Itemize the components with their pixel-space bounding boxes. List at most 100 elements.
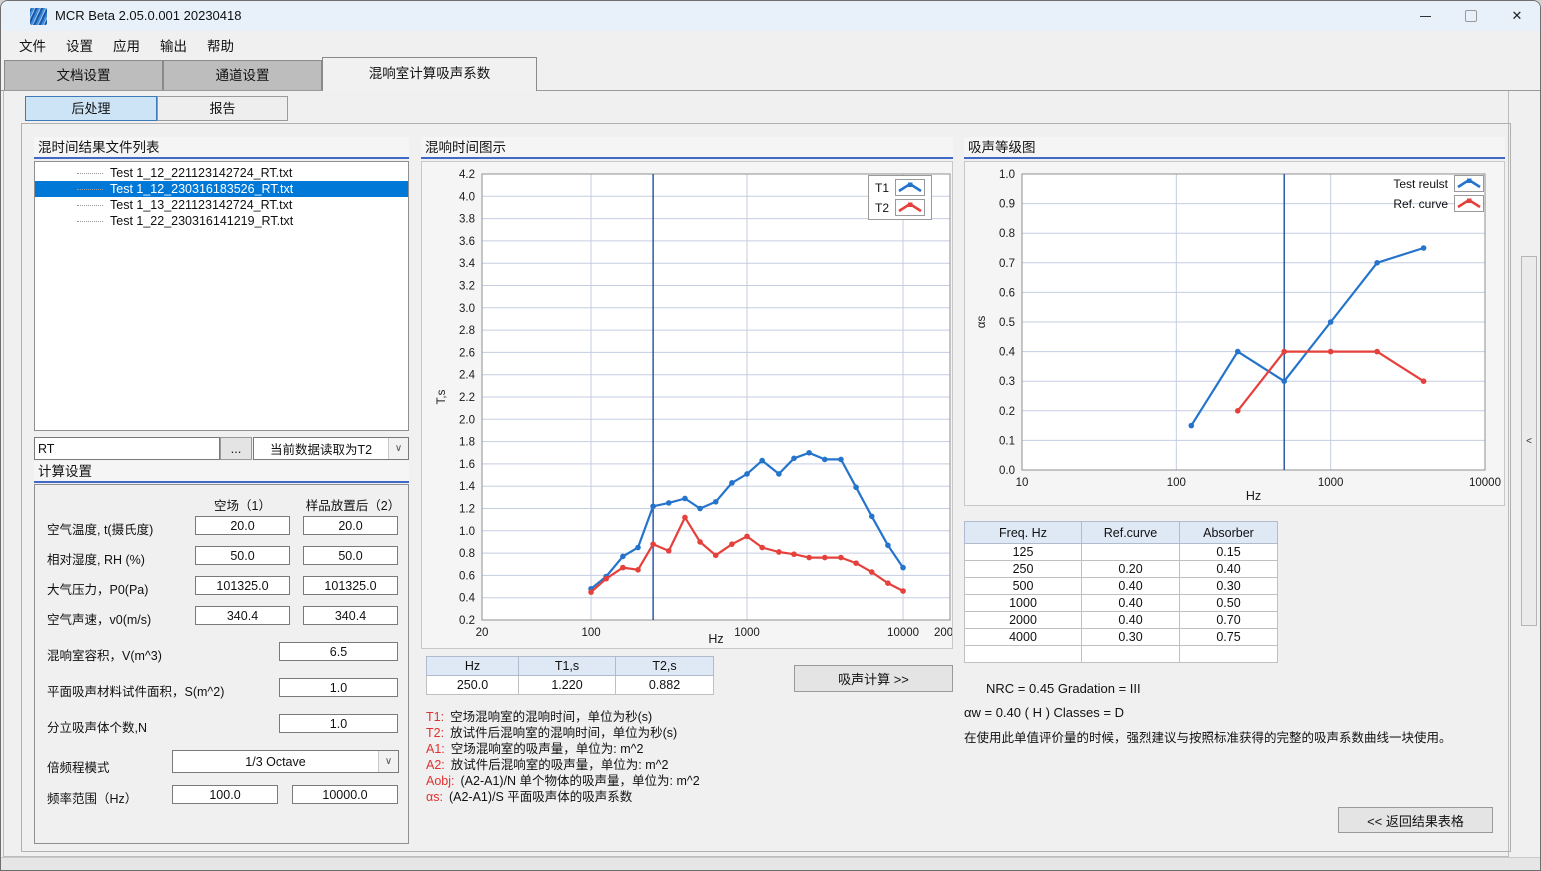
svg-text:0.2: 0.2 (459, 615, 475, 627)
browse-button[interactable]: ... (220, 437, 252, 460)
minimize-icon (1420, 16, 1431, 17)
data-read-dropdown[interactable]: 当前数据读取为T2 ∨ (253, 437, 409, 460)
menu-apply[interactable]: 应用 (103, 32, 150, 58)
absorption-grade-chart[interactable]: 0.00.10.20.30.40.50.60.70.80.91.01010010… (964, 161, 1505, 506)
menu-output[interactable]: 输出 (150, 32, 197, 58)
air-temp-input-1[interactable] (195, 516, 290, 535)
svg-text:1000: 1000 (734, 627, 760, 639)
svg-text:T,s: T,s (436, 389, 448, 404)
subtab-postprocess[interactable]: 后处理 (25, 96, 157, 121)
table-row[interactable]: 10000.400.50 (965, 595, 1278, 612)
octave-mode-dropdown[interactable]: 1/3 Octave ∨ (172, 750, 399, 773)
calc-settings-header: 计算设置 (34, 461, 409, 483)
table-row[interactable]: 5000.400.30 (965, 578, 1278, 595)
legend-entry: T1 (875, 179, 925, 196)
svg-text:0.8: 0.8 (459, 548, 475, 560)
sound-speed-input-2[interactable] (303, 606, 398, 625)
humidity-input-2[interactable] (303, 546, 398, 565)
rt-name-input[interactable] (34, 437, 220, 460)
tab-underline (1, 90, 1540, 91)
octave-mode-label: 倍频程模式 (47, 757, 110, 776)
file-list-item[interactable]: Test 1_13_221123142724_RT.txt (35, 197, 408, 213)
pressure-input-1[interactable] (195, 576, 290, 595)
menu-file[interactable]: 文件 (9, 32, 56, 58)
file-list-item-selected[interactable]: Test 1_12_230316183526_RT.txt (35, 181, 408, 197)
chart-legend: T1T2 (868, 175, 932, 220)
grade-header-freq: Freq. Hz (965, 522, 1082, 544)
menu-help[interactable]: 帮助 (197, 32, 244, 58)
back-to-results-button[interactable]: << 返回结果表格 (1338, 807, 1493, 833)
humidity-label: 相对湿度, RH (%) (47, 549, 145, 568)
freq-max-input[interactable] (292, 785, 398, 804)
title-bar: MCR Beta 2.05.0.001 20230418 ✕ (1, 1, 1540, 31)
tab-reverb-absorption[interactable]: 混响室计算吸声系数 (322, 57, 537, 91)
menu-settings[interactable]: 设置 (56, 32, 103, 58)
note-t2: T2:放试件后混响室的混响时间，单位为秒(s) (426, 725, 700, 741)
absorption-calc-button[interactable]: 吸声计算 >> (794, 665, 953, 692)
humidity-input-1[interactable] (195, 546, 290, 565)
svg-text:0.9: 0.9 (999, 199, 1015, 211)
table-row[interactable] (965, 646, 1278, 663)
file-list-item[interactable]: Test 1_12_221123142724_RT.txt (35, 165, 408, 181)
chevron-down-icon: ∨ (388, 438, 408, 459)
svg-text:0.0: 0.0 (999, 465, 1015, 477)
svg-text:0.6: 0.6 (999, 287, 1015, 299)
tab-channel-settings[interactable]: 通道设置 (163, 60, 322, 91)
svg-text:0.8: 0.8 (999, 228, 1015, 240)
maximize-button[interactable] (1448, 1, 1494, 31)
sound-speed-label: 空气声速，v0(m/s) (47, 609, 151, 628)
pressure-input-2[interactable] (303, 576, 398, 595)
sample-area-input[interactable] (279, 678, 398, 697)
menu-bar: 文件 设置 应用 输出 帮助 (1, 31, 1540, 58)
reverberation-time-chart[interactable]: 0.20.40.60.81.01.21.41.61.82.02.22.42.62… (421, 161, 953, 649)
note-a2: A2:放试件后混响室的吸声量，单位为: m^2 (426, 757, 700, 773)
svg-text:4.0: 4.0 (459, 191, 475, 203)
svg-text:2.8: 2.8 (459, 325, 475, 337)
absorber-count-input[interactable] (279, 714, 398, 733)
svg-text:0.2: 0.2 (999, 406, 1015, 418)
svg-text:Hz: Hz (1246, 489, 1261, 503)
minimize-button[interactable] (1402, 1, 1448, 31)
freq-range-label: 频率范围（Hz） (47, 788, 137, 807)
table-row[interactable]: 1250.15 (965, 544, 1278, 561)
svg-text:Hz: Hz (708, 632, 723, 646)
svg-text:1.6: 1.6 (459, 459, 475, 471)
svg-text:1000: 1000 (1318, 477, 1344, 489)
file-list-item[interactable]: Test 1_22_230316141219_RT.txt (35, 213, 408, 229)
svg-text:0.5: 0.5 (999, 317, 1015, 329)
svg-text:0.3: 0.3 (999, 376, 1015, 388)
svg-text:1.2: 1.2 (459, 504, 475, 516)
svg-text:10000: 10000 (887, 627, 919, 639)
collapse-left-icon: < (1526, 436, 1532, 447)
chart-canvas: 0.00.10.20.30.40.50.60.70.80.91.01010010… (965, 162, 1504, 505)
collapse-panel-handle[interactable]: < (1521, 256, 1537, 626)
table-row[interactable]: 40000.300.75 (965, 629, 1278, 646)
svg-text:20000: 20000 (934, 627, 952, 639)
svg-text:3.8: 3.8 (459, 214, 475, 226)
legend-curve-icon (895, 179, 925, 196)
svg-text:2.6: 2.6 (459, 347, 475, 359)
svg-text:1.0: 1.0 (459, 526, 475, 538)
svg-text:3.0: 3.0 (459, 303, 475, 315)
air-temp-input-2[interactable] (303, 516, 398, 535)
grade-table: Freq. Hz Ref.curve Absorber 1250.15 2500… (964, 521, 1278, 663)
subtab-report[interactable]: 报告 (157, 96, 288, 121)
close-button[interactable]: ✕ (1494, 1, 1540, 31)
absorber-count-label: 分立吸声体个数,N (47, 717, 147, 736)
close-icon: ✕ (1512, 8, 1523, 24)
table-row[interactable]: 20000.400.70 (965, 612, 1278, 629)
svg-text:2.4: 2.4 (459, 370, 476, 382)
svg-text:1.0: 1.0 (999, 169, 1015, 181)
sound-speed-input-1[interactable] (195, 606, 290, 625)
table-row[interactable]: 2500.200.40 (965, 561, 1278, 578)
svg-text:20: 20 (476, 627, 489, 639)
svg-text:3.2: 3.2 (459, 281, 475, 293)
tab-document-settings[interactable]: 文档设置 (4, 60, 163, 91)
column-header-empty-room: 空场（1） (195, 495, 290, 514)
maximize-icon (1465, 10, 1477, 22)
svg-text:4.2: 4.2 (459, 169, 475, 181)
freq-min-input[interactable] (172, 785, 278, 804)
legend-entry: Ref. curve (1393, 195, 1484, 212)
room-volume-input[interactable] (279, 642, 398, 661)
grade-chart-header: 吸声等级图 (964, 137, 1505, 159)
